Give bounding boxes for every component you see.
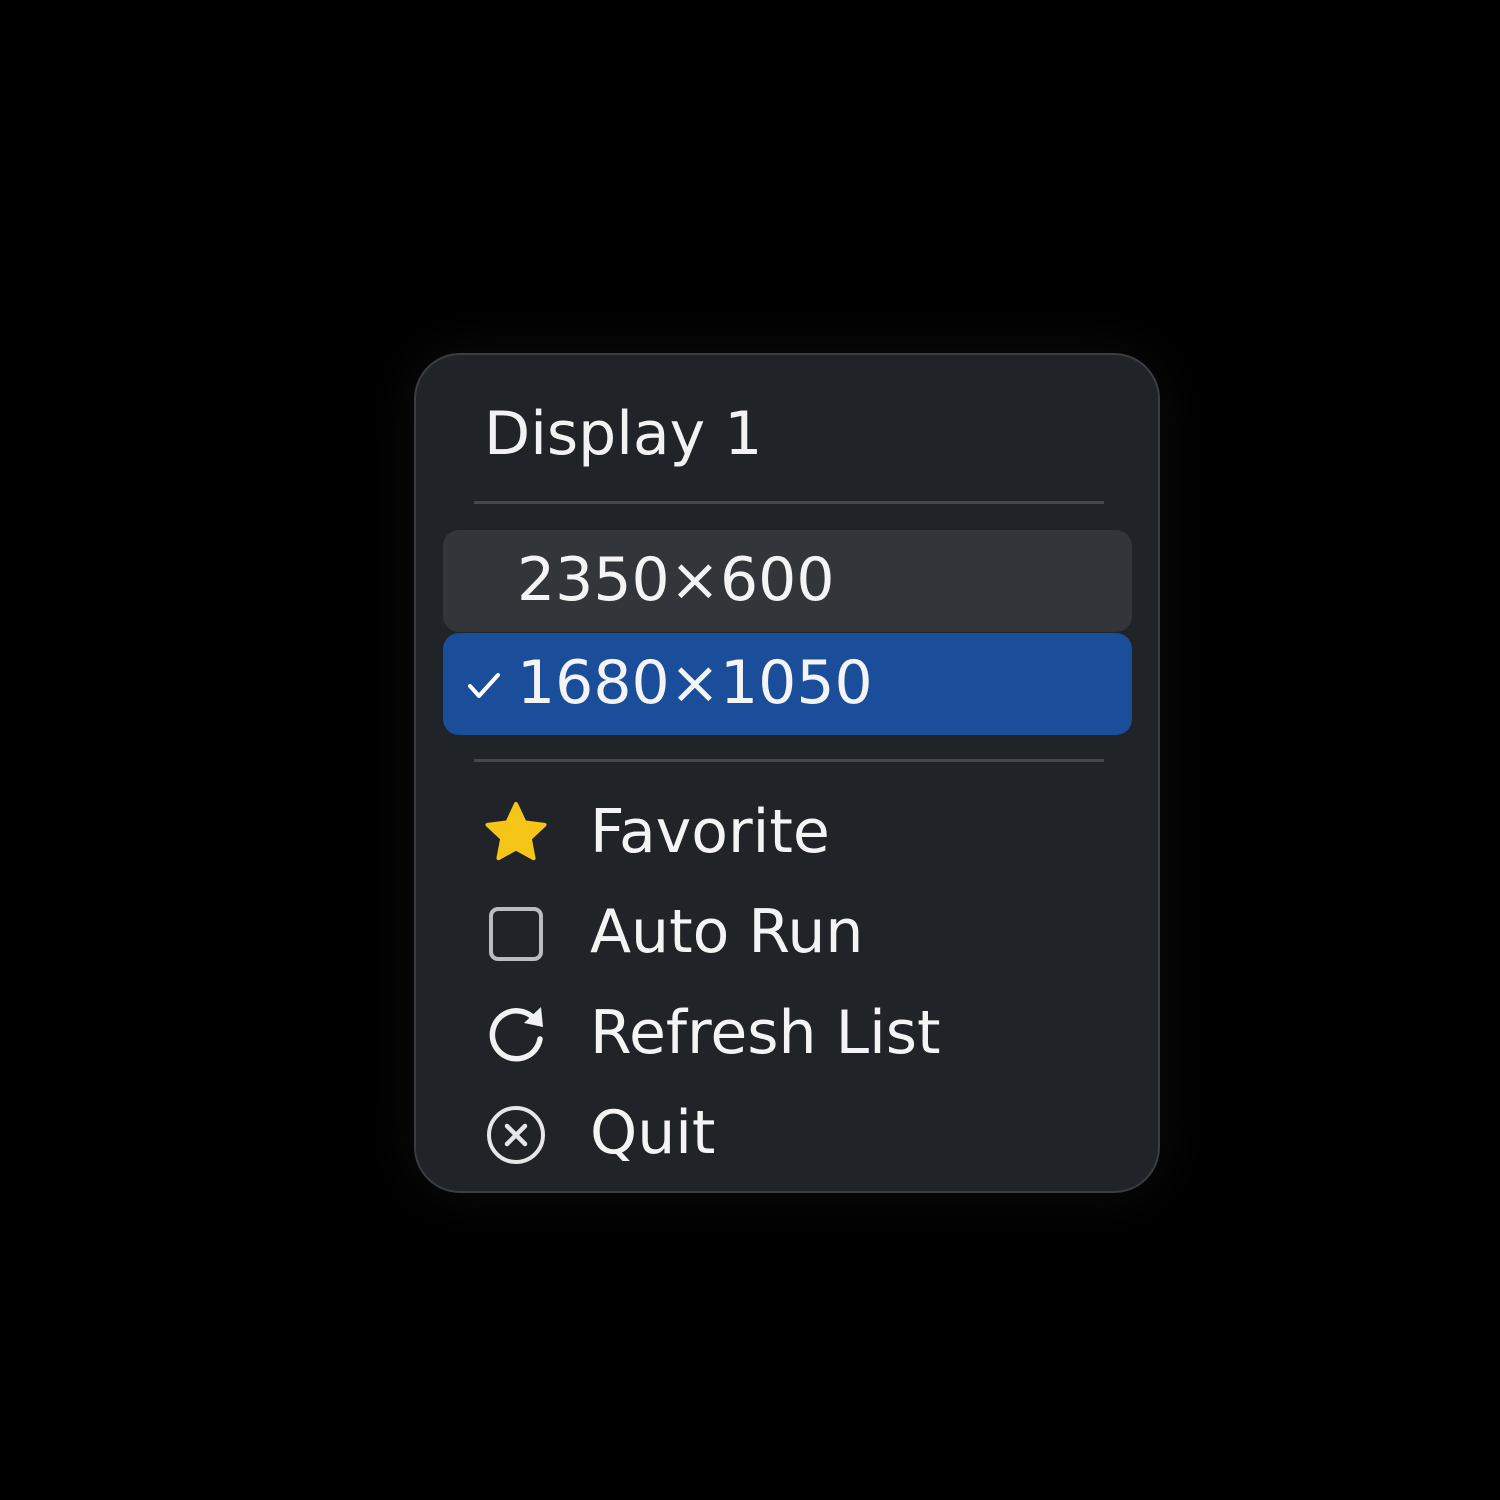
- resolution-item-2350x600[interactable]: 2350×600: [443, 530, 1132, 632]
- quit-label: Quit: [590, 1098, 716, 1168]
- menu-title: Display 1: [484, 399, 763, 469]
- favorite-menu-item[interactable]: Favorite: [466, 786, 1106, 878]
- quit-menu-item[interactable]: Quit: [466, 1087, 1106, 1179]
- separator: [474, 501, 1104, 504]
- refresh-list-label: Refresh List: [590, 998, 941, 1068]
- auto-run-menu-item[interactable]: Auto Run: [466, 886, 1106, 978]
- favorite-label: Favorite: [590, 797, 830, 867]
- auto-run-label: Auto Run: [590, 897, 864, 967]
- resolution-item-1680x1050[interactable]: 1680×1050: [443, 633, 1132, 735]
- close-circle-icon: [487, 1106, 545, 1164]
- resolution-label: 1680×1050: [517, 648, 873, 718]
- refresh-list-menu-item[interactable]: Refresh List: [466, 987, 1106, 1079]
- refresh-icon: [489, 1007, 543, 1062]
- separator: [474, 759, 1104, 762]
- checkbox-icon[interactable]: [482, 900, 550, 968]
- checkmark-icon: [468, 673, 500, 698]
- star-icon: [485, 802, 547, 861]
- display-menu: Display 1 2350×600 1680×1050 Favorite Au…: [414, 353, 1160, 1193]
- resolution-label: 2350×600: [517, 545, 835, 615]
